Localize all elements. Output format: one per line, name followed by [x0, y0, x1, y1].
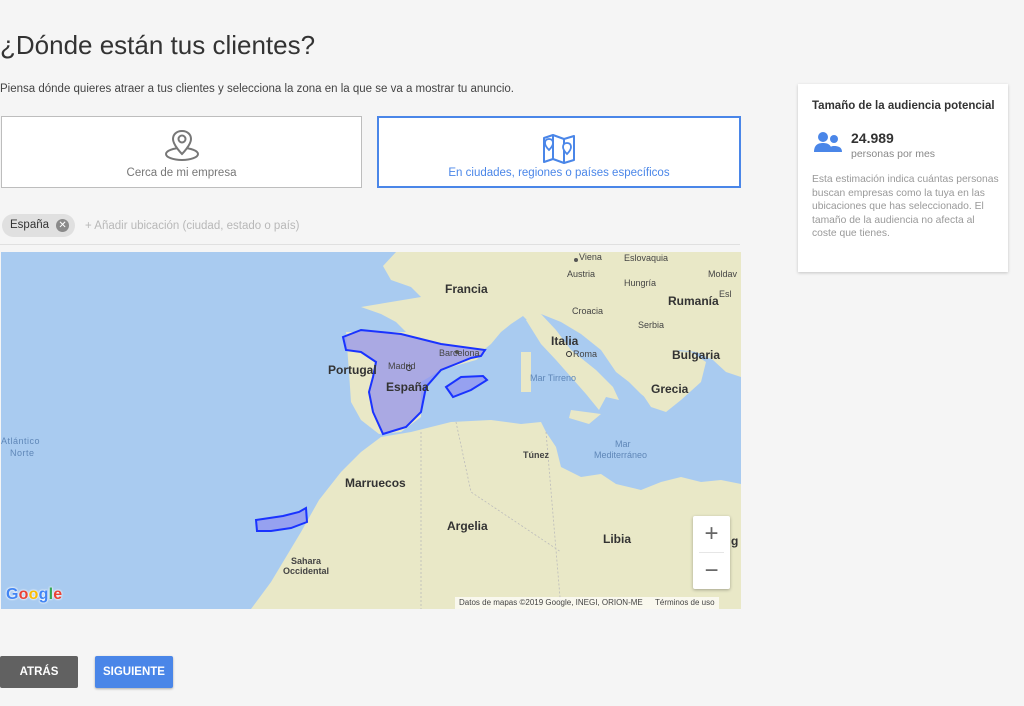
viena-dot	[574, 258, 578, 262]
map-label-roma: Roma	[573, 349, 598, 359]
map-label-mediterraneo: Mediterráneo	[594, 450, 648, 460]
remove-chip-icon[interactable]: ✕	[56, 219, 70, 232]
sardinia-land	[521, 352, 531, 392]
option-near-business-label: Cerca de mi empresa	[126, 167, 237, 179]
option-specific-locations-label: En ciudades, regiones o países específic…	[448, 167, 670, 179]
location-chip-label: España	[10, 219, 50, 231]
people-icon	[814, 131, 842, 158]
map-label-croacia: Croacia	[572, 306, 604, 316]
option-specific-locations[interactable]: En ciudades, regiones o países específic…	[377, 116, 741, 188]
map-label-barcelona: Barcelona	[439, 348, 480, 358]
map-label-eslovaquia: Eslovaquia	[624, 253, 669, 263]
map-label-argelia: Argelia	[447, 519, 488, 533]
google-logo[interactable]: Google	[6, 586, 62, 604]
map-label-madrid: Madrid	[388, 361, 416, 371]
next-button[interactable]: SIGUIENTE	[95, 656, 173, 688]
map[interactable]: Francia Portugal España Italia Grecia Bu…	[1, 252, 741, 609]
zoom-out-button[interactable]: −	[693, 553, 730, 589]
map-label-italia: Italia	[551, 334, 579, 348]
audience-count: 24.989	[851, 130, 894, 146]
terms-of-use-link[interactable]: Términos de uso	[655, 598, 715, 607]
map-canvas	[1, 252, 741, 609]
audience-title: Tamaño de la audiencia potencial	[812, 100, 995, 112]
add-location-input[interactable]	[85, 215, 485, 237]
audience-note: Esta estimación indica cuántas personas …	[812, 174, 999, 239]
map-label-espana: España	[386, 380, 429, 394]
back-button[interactable]: ATRÁS	[0, 656, 78, 688]
map-label-portugal: Portugal	[328, 363, 377, 377]
audience-period: personas por mes	[851, 148, 936, 160]
map-label-tunez: Túnez	[523, 450, 549, 460]
option-near-business[interactable]: Cerca de mi empresa	[1, 116, 362, 188]
map-label-atlantico-1: Atlántico	[1, 436, 41, 446]
map-label-marruecos: Marruecos	[345, 476, 406, 490]
location-pin-icon	[162, 129, 202, 168]
map-label-grecia: Grecia	[651, 382, 689, 396]
page-subtitle: Piensa dónde quieres atraer a tus client…	[0, 83, 514, 95]
page-title: ¿Dónde están tus clientes?	[0, 30, 316, 60]
zoom-in-button[interactable]: +	[693, 516, 730, 552]
location-chip: España ✕	[2, 214, 76, 237]
map-label-atlantico-2: Norte	[10, 448, 35, 458]
location-bar: España ✕	[0, 210, 740, 245]
map-label-esl: Esl	[719, 289, 732, 299]
map-label-austria: Austria	[567, 269, 596, 279]
map-label-sahara-2: Occidental	[283, 566, 330, 576]
map-attribution: Datos de mapas ©2019 Google, INEGI, ORIO…	[455, 597, 719, 609]
map-label-hungria: Hungría	[624, 278, 657, 288]
map-label-rumania: Rumanía	[668, 294, 719, 308]
map-label-bulgaria: Bulgaria	[672, 348, 721, 362]
map-label-libia: Libia	[603, 532, 632, 546]
map-pins-icon	[542, 130, 576, 169]
map-attribution-text: Datos de mapas ©2019 Google, INEGI, ORIO…	[459, 598, 643, 607]
map-label-mar: Mar	[615, 439, 631, 449]
map-label-francia: Francia	[445, 282, 488, 296]
map-label-sahara-1: Sahara	[291, 556, 322, 566]
map-label-viena: Viena	[579, 252, 602, 262]
audience-card: Tamaño de la audiencia potencial 24.989 …	[798, 84, 1008, 272]
map-label-tirreno: Mar Tirreno	[530, 373, 577, 383]
map-label-edge-fragment: g	[731, 534, 739, 548]
map-label-moldav: Moldav	[708, 269, 738, 279]
map-zoom-control: + −	[693, 516, 730, 589]
map-label-serbia: Serbia	[638, 320, 665, 330]
